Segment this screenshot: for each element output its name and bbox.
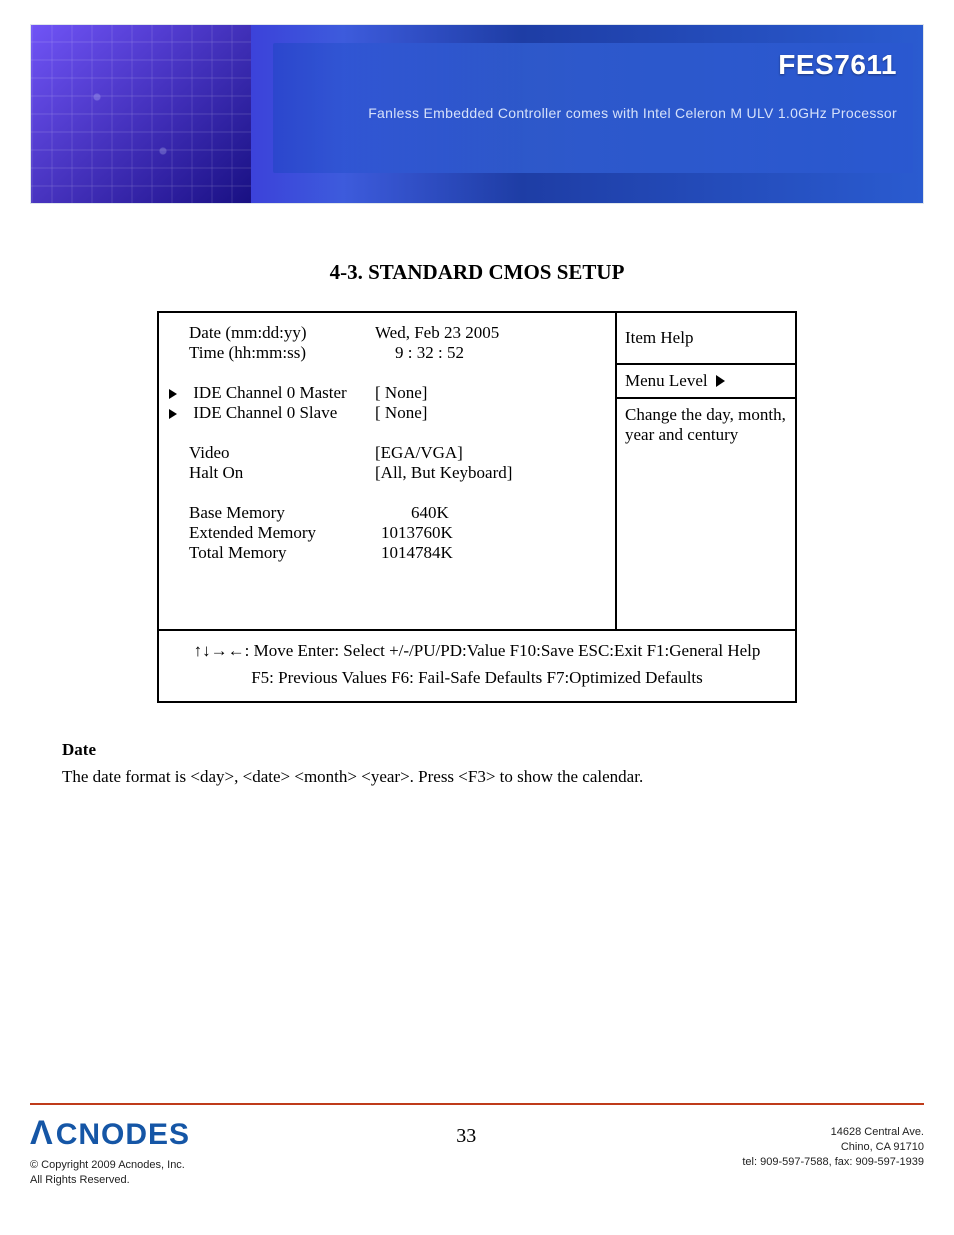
footer-address-1: 14628 Central Ave.	[742, 1125, 924, 1140]
bios-footer: ↑↓→←: Move Enter: Select +/-/PU/PD:Value…	[159, 629, 795, 701]
bios-footer-line-2: F5: Previous Values F6: Fail-Safe Defaul…	[163, 664, 791, 691]
body-paragraph: Date The date format is <day>, <date> <m…	[62, 739, 892, 789]
label-time: Time (hh:mm:ss)	[169, 343, 369, 363]
value-video[interactable]: [EGA/VGA]	[369, 443, 601, 463]
row-halt: Halt On [All, But Keyboard]	[169, 463, 601, 483]
footer-contact: tel: 909-597-7588, fax: 909-597-1939	[742, 1155, 924, 1170]
row-video: Video [EGA/VGA]	[169, 443, 601, 463]
body-text: The date format is <day>, <date> <month>…	[62, 766, 892, 789]
product-subtitle: Fanless Embedded Controller comes with I…	[368, 105, 897, 121]
item-help-text: Change the day, month, year and century	[615, 399, 795, 629]
body-heading: Date	[62, 739, 892, 762]
bios-right-pane: Item Help Menu Level Change the day, mon…	[615, 313, 795, 629]
row-total-memory: Total Memory 1014784K	[169, 543, 601, 563]
submenu-arrow-icon	[169, 383, 189, 403]
page: FES7611 Fanless Embedded Controller come…	[0, 0, 954, 1235]
page-number: 33	[456, 1125, 476, 1148]
page-footer: Λ CNODES © Copyright 2009 Acnodes, Inc. …	[30, 1103, 924, 1187]
value-date[interactable]: Wed, Feb 23 2005	[369, 323, 601, 343]
label-date: Date (mm:dd:yy)	[169, 323, 369, 343]
footer-rule	[30, 1103, 924, 1105]
header-banner: FES7611 Fanless Embedded Controller come…	[30, 24, 924, 204]
brand-logo: Λ CNODES	[30, 1115, 190, 1154]
footer-address-2: Chino, CA 91710	[742, 1140, 924, 1155]
brand-lambda-icon: Λ	[30, 1114, 54, 1153]
bios-box: Date (mm:dd:yy) Wed, Feb 23 2005 Time (h…	[157, 311, 797, 703]
row-base-memory: Base Memory 640K	[169, 503, 601, 523]
value-ide-master: [ None]	[369, 383, 601, 403]
value-base-memory: 640K	[369, 503, 601, 523]
bios-footer-line-1: ↑↓→←: Move Enter: Select +/-/PU/PD:Value…	[163, 637, 791, 664]
copyright: © Copyright 2009 Acnodes, Inc. All Right…	[30, 1158, 190, 1187]
footer-left: Λ CNODES © Copyright 2009 Acnodes, Inc. …	[30, 1115, 190, 1187]
banner-decor-pcb	[31, 25, 251, 204]
value-extended-memory: 1013760K	[369, 523, 601, 543]
value-halt[interactable]: [All, But Keyboard]	[369, 463, 601, 483]
row-time: Time (hh:mm:ss) 9 : 32 : 52	[169, 343, 601, 363]
label-total-memory: Total Memory	[169, 543, 369, 563]
brand-text: CNODES	[56, 1118, 190, 1152]
value-total-memory: 1014784K	[369, 543, 601, 563]
menu-level-row: Menu Level	[615, 365, 795, 399]
label-ide-master: IDE Channel 0 Master	[193, 383, 346, 402]
bios-left-pane: Date (mm:dd:yy) Wed, Feb 23 2005 Time (h…	[159, 313, 615, 629]
menu-level-arrow-icon	[716, 375, 725, 387]
label-ide-slave: IDE Channel 0 Slave	[193, 403, 337, 422]
row-ide-slave[interactable]: IDE Channel 0 Slave [ None]	[169, 403, 601, 423]
label-extended-memory: Extended Memory	[169, 523, 369, 543]
value-time[interactable]: 9 : 32 : 52	[369, 343, 601, 363]
menu-level-label: Menu Level	[625, 371, 708, 391]
label-video: Video	[169, 443, 369, 463]
product-name: FES7611	[778, 49, 897, 81]
value-ide-slave: [ None]	[369, 403, 601, 423]
row-extended-memory: Extended Memory 1013760K	[169, 523, 601, 543]
row-ide-master[interactable]: IDE Channel 0 Master [ None]	[169, 383, 601, 403]
row-date: Date (mm:dd:yy) Wed, Feb 23 2005	[169, 323, 601, 343]
bios-top: Date (mm:dd:yy) Wed, Feb 23 2005 Time (h…	[159, 313, 795, 629]
label-base-memory: Base Memory	[169, 503, 369, 523]
submenu-arrow-icon	[169, 403, 189, 423]
footer-right: 14628 Central Ave. Chino, CA 91710 tel: …	[742, 1125, 924, 1170]
section-heading: 4-3. STANDARD CMOS SETUP	[30, 260, 924, 285]
item-help-title: Item Help	[615, 313, 795, 365]
label-halt: Halt On	[169, 463, 369, 483]
